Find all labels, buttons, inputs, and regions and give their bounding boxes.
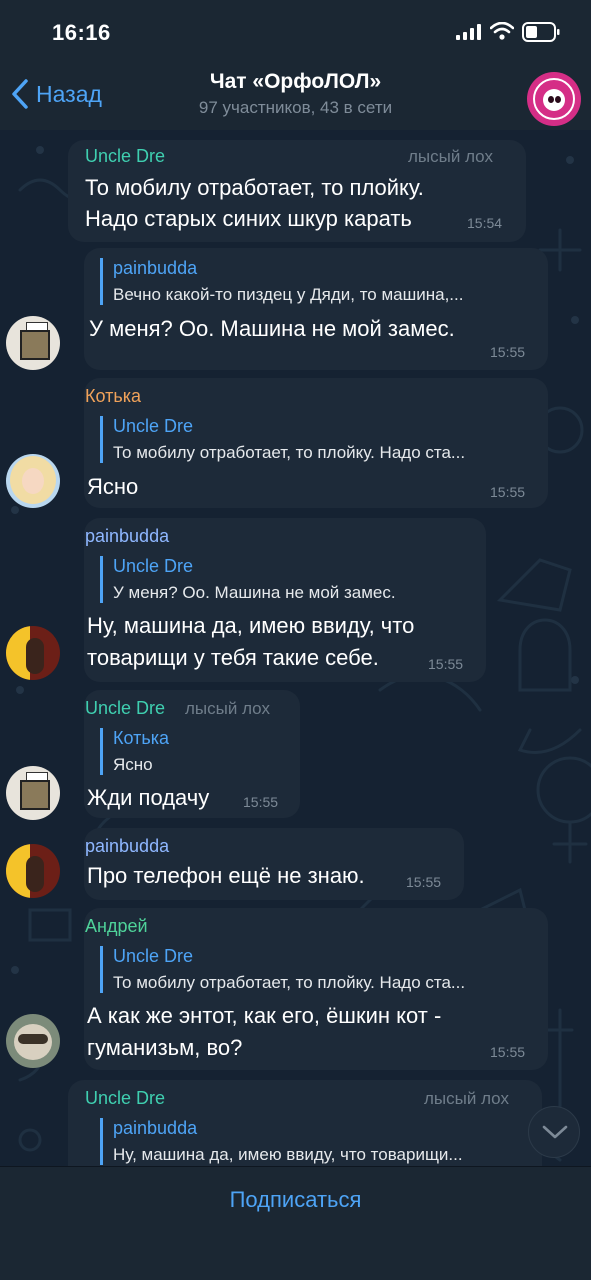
admin-badge: лысый лох [185, 699, 270, 718]
avatar-face [543, 89, 565, 111]
scroll-to-bottom-button[interactable] [528, 1106, 580, 1158]
chat-title[interactable]: Чат «ОрфоЛОЛ» [0, 70, 591, 94]
message-text-line: Ну, машина да, имею ввиду, что [87, 613, 415, 638]
message-bubble[interactable]: Uncle Dre лысый лох Котька Ясно Жди пода… [84, 690, 300, 818]
message-sender[interactable]: Uncle Dre [85, 1088, 165, 1109]
wifi-icon [490, 22, 514, 40]
reply-text: Вечно какой-то пиздец у Дяди, то машина,… [113, 285, 464, 304]
admin-badge: лысый лох [424, 1089, 509, 1108]
reply-sender: painbudda [113, 1118, 198, 1138]
message-bubble[interactable]: Андрей Uncle Dre То мобилу отработает, т… [84, 908, 548, 1070]
reply-quote[interactable]: Uncle Dre У меня? Оо. Машина не мой заме… [100, 556, 472, 603]
message-text-line: гуманизьм, во? [87, 1035, 243, 1060]
reply-quote[interactable]: Uncle Dre То мобилу отработает, то плойк… [100, 416, 534, 463]
reply-sender: Котька [113, 728, 170, 748]
avatar-figure [26, 856, 44, 892]
message-sender[interactable]: painbudda [85, 526, 169, 547]
message-text-line: Жди подачу [87, 785, 210, 810]
avatar-box [20, 780, 50, 810]
reply-text: То мобилу отработает, то плойку. Надо ст… [113, 443, 466, 462]
avatar-figure [26, 638, 44, 674]
message-text-line: А как же энтот, как его, ёшкин кот - [87, 1003, 442, 1028]
reply-text: Ну, машина да, имею ввиду, что товарищи.… [113, 1145, 463, 1164]
battery-icon [522, 22, 560, 42]
message-time: 15:55 [243, 794, 279, 810]
avatar-painbudda[interactable] [6, 844, 60, 898]
chat-subtitle: 97 участников, 43 в сети [198, 98, 393, 117]
message-bubble[interactable]: painbudda Про телефон ещё не знаю. 15:55 [84, 828, 464, 900]
avatar-kotka[interactable] [6, 454, 60, 508]
message-sender[interactable]: painbudda [85, 836, 169, 857]
signal-icon [456, 24, 481, 40]
message-bubble[interactable]: Котька Uncle Dre То мобилу отработает, т… [84, 378, 548, 508]
message-text-line: Надо старых синих шкур карать [85, 206, 412, 231]
message-time: 15:55 [428, 656, 464, 672]
message-bubble[interactable]: painbudda Uncle Dre У меня? Оо. Машина н… [84, 518, 486, 682]
message-text-line: товарищи у тебя такие себе. [87, 645, 379, 670]
avatar-face [22, 468, 44, 494]
status-time: 16:16 [52, 20, 111, 45]
message-bubble[interactable]: painbudda Вечно какой-то пиздец у Дяди, … [84, 248, 548, 370]
message-time: 15:55 [490, 344, 526, 360]
reply-quote[interactable]: Uncle Dre То мобилу отработает, то плойк… [100, 946, 534, 993]
chat-header: Назад Чат «ОрфоЛОЛ» 97 участников, 43 в … [0, 62, 591, 130]
message-text-line: То мобилу отработает, то плойку. [85, 175, 424, 200]
message-time: 15:55 [490, 1044, 526, 1060]
chevron-down-icon [542, 1125, 568, 1139]
chat-avatar[interactable] [527, 72, 581, 126]
message-text-line: Про телефон ещё не знаю. [87, 863, 365, 888]
reply-quote[interactable]: painbudda Вечно какой-то пиздец у Дяди, … [100, 258, 534, 305]
avatar-painbudda[interactable] [6, 626, 60, 680]
message-time: 15:54 [467, 215, 503, 231]
message-sender[interactable]: Андрей [85, 916, 148, 937]
avatar-andrey[interactable] [6, 1014, 60, 1068]
avatar-mask [18, 1034, 48, 1044]
reply-quote[interactable]: Котька Ясно [100, 728, 286, 775]
reply-sender: Uncle Dre [113, 556, 194, 576]
avatar-eye-left [548, 96, 554, 103]
avatar-eye-right [555, 96, 561, 103]
message-sender[interactable]: Котька [85, 386, 141, 407]
reply-quote[interactable]: painbudda Ну, машина да, имею ввиду, что… [100, 1118, 530, 1165]
avatar-box [20, 330, 50, 360]
reply-sender: Uncle Dre [113, 416, 194, 436]
reply-text: У меня? Оо. Машина не мой замес. [113, 583, 396, 602]
subscribe-button[interactable]: Подписаться [0, 1187, 591, 1213]
reply-text: То мобилу отработает, то плойку. Надо ст… [113, 973, 466, 992]
message-sender[interactable]: Uncle Dre [85, 146, 165, 167]
avatar-uncle-dre[interactable] [6, 766, 60, 820]
message-time: 15:55 [490, 484, 526, 500]
admin-badge: лысый лох [408, 147, 493, 166]
reply-sender: Uncle Dre [113, 946, 194, 966]
message-text-line: У меня? Оо. Машина не мой замес. [89, 316, 455, 341]
status-bar: 16:16 [0, 0, 591, 62]
message-bubble[interactable]: Uncle Dre лысый лох То мобилу отработает… [68, 140, 526, 242]
message-bubble[interactable]: Uncle Dre лысый лох painbudda Ну, машина… [68, 1080, 542, 1166]
message-time: 15:55 [406, 874, 442, 890]
message-sender[interactable]: Uncle Dre [85, 698, 165, 719]
avatar-uncle-dre[interactable] [6, 316, 60, 370]
message-text-line: Ясно [87, 474, 139, 499]
reply-text: Ясно [113, 755, 153, 774]
bottom-bar: Подписаться [0, 1166, 591, 1280]
reply-sender: painbudda [113, 258, 198, 278]
